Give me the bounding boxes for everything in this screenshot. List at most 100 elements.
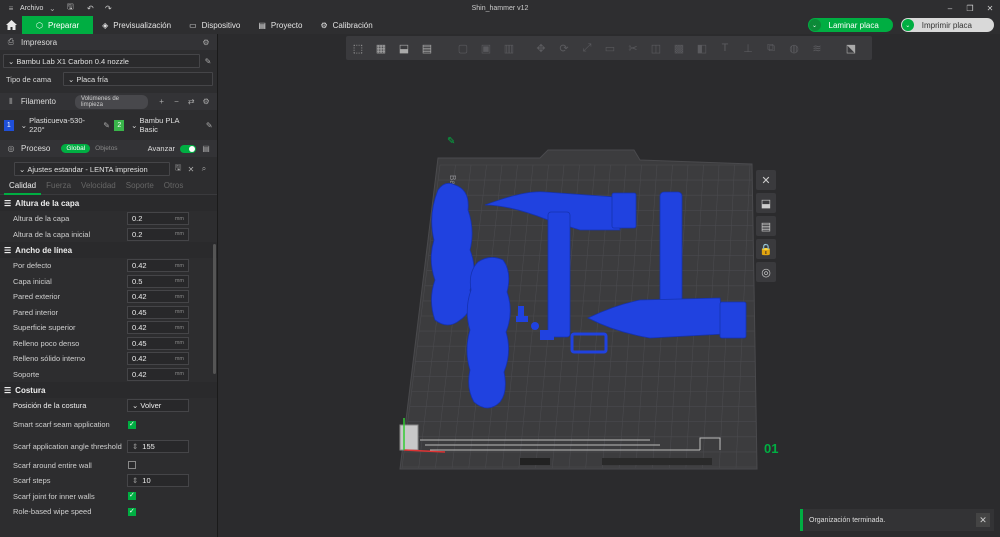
add-plate-icon[interactable]: ▦ <box>371 38 391 58</box>
minimize-icon[interactable]: – <box>940 0 960 16</box>
line-width-inner-wall-input[interactable]: 0.45 mm <box>127 305 189 319</box>
scarf-inner-walls-checkbox[interactable] <box>128 491 136 501</box>
filament-2-select[interactable]: ⌄ Bambu PLA Basic <box>127 116 201 134</box>
mesh-boolean-icon[interactable]: ◫ <box>646 38 666 58</box>
tab-calidad[interactable]: Calidad <box>4 181 42 195</box>
sidebar-scrollbar[interactable] <box>213 244 216 374</box>
filament-2-badge[interactable]: 2 <box>114 119 125 131</box>
build-plate-scene[interactable]: Bambu <box>219 34 1000 537</box>
restore-icon[interactable]: ❐ <box>960 0 980 16</box>
flush-volumes-button[interactable]: Volúmenes de limpieza <box>74 94 148 109</box>
plate-settings-icon[interactable]: ◎ <box>756 262 776 282</box>
print-plate-button[interactable]: ⌄ Imprimir placa <box>900 18 994 32</box>
undo-icon[interactable]: ↶ <box>83 1 97 15</box>
tab-velocidad[interactable]: Velocidad <box>76 181 121 190</box>
file-menu[interactable]: ≡ Archivo ⌄ <box>0 3 57 13</box>
tab-dispositivo[interactable]: ▭ Dispositivo <box>180 16 249 34</box>
edit-plate-icon[interactable]: ✎ <box>447 136 455 147</box>
measure-icon[interactable]: ⊥ <box>738 38 758 58</box>
filament-1-select[interactable]: ⌄ Plasticueva-530-220° <box>17 116 99 134</box>
tab-otros[interactable]: Otros <box>159 181 189 190</box>
add-icon[interactable]: + <box>157 97 167 107</box>
tab-calibracion[interactable]: ⚙ Calibración <box>311 16 381 34</box>
redo-icon[interactable]: ↷ <box>101 1 115 15</box>
plate-number[interactable]: 01 <box>764 441 778 456</box>
tab-soporte[interactable]: Soporte <box>121 181 159 190</box>
search-icon[interactable]: ⌕ <box>199 164 209 174</box>
tab-previsualizacion[interactable]: ◈ Previsualización <box>93 16 180 34</box>
settings-icon[interactable]: ⚙ <box>201 97 211 107</box>
layer-height-input[interactable]: 0.2 mm <box>127 212 189 226</box>
objects-toggle[interactable]: Objetos <box>95 145 117 152</box>
bed-type-select[interactable]: ⌄ Placa fría <box>63 72 213 86</box>
arrange-icon[interactable]: ▤ <box>417 38 437 58</box>
home-button[interactable] <box>0 16 22 34</box>
filament-section-header[interactable]: ⦀ Filamento Volúmenes de limpieza + − ⇄ … <box>0 93 217 110</box>
line-width-support-input[interactable]: 0.42 mm <box>127 367 189 381</box>
line-width-solid-infill-input[interactable]: 0.42 mm <box>127 352 189 366</box>
tab-preparar[interactable]: ⬡ Preparar <box>22 16 94 34</box>
role-wipe-speed-checkbox[interactable] <box>128 507 136 516</box>
seam-paint-icon[interactable]: ◧ <box>692 38 712 58</box>
arrange-plate-icon[interactable]: ▤ <box>756 216 776 236</box>
rotate-icon[interactable]: ⟳ <box>554 38 574 58</box>
variable-layer-icon[interactable]: ≋ <box>807 38 827 58</box>
orient-plate-icon[interactable]: ⬓ <box>756 193 776 213</box>
tab-fuerza[interactable]: Fuerza <box>41 181 76 190</box>
settings-icon[interactable]: ⚙ <box>201 37 211 47</box>
close-icon[interactable]: ✕ <box>186 164 196 174</box>
printer-section-header[interactable]: ⎙ Impresora ⚙ <box>0 34 217 50</box>
process-section-header[interactable]: ◎ Proceso Global Objetos Avanzar ▤ <box>0 140 217 157</box>
close-window-icon[interactable]: ✕ <box>980 0 1000 16</box>
chevron-down-icon[interactable]: ⌄ <box>901 19 914 31</box>
seam-position-select[interactable]: ⌄ Volver <box>127 399 189 413</box>
stepper-icon[interactable]: ⇕ <box>132 442 138 451</box>
support-paint-icon[interactable]: ▩ <box>669 38 689 58</box>
process-preset-select[interactable]: ⌄ Ajustes estandar - LENTA impresion <box>14 162 170 176</box>
filament-1-badge[interactable]: 1 <box>4 119 14 131</box>
model-handle-2[interactable] <box>466 257 511 409</box>
lock-icon[interactable]: 🔒 <box>756 239 776 259</box>
auto-orient-icon[interactable]: ⬓ <box>394 38 414 58</box>
delete-plate-icon[interactable]: ✕ <box>756 170 776 190</box>
lay-on-face-icon[interactable]: ▭ <box>600 38 620 58</box>
printer-select[interactable]: ⌄ Bambu Lab X1 Carbon 0.4 nozzle <box>3 54 201 68</box>
assembly-icon[interactable]: ⧉ <box>761 38 781 58</box>
color-paint-icon[interactable]: ◍ <box>784 38 804 58</box>
cut-icon[interactable]: ✂ <box>623 38 643 58</box>
stepper-icon[interactable]: ⇕ <box>132 476 138 485</box>
line-width-outer-wall-input[interactable]: 0.42 mm <box>127 290 189 304</box>
split-parts-icon[interactable]: ▣ <box>476 38 496 58</box>
save-icon[interactable]: 🖫 <box>63 1 77 15</box>
advanced-toggle[interactable] <box>180 144 196 153</box>
add-object-icon[interactable]: ⬚ <box>348 38 368 58</box>
close-toast-icon[interactable]: ✕ <box>976 513 990 527</box>
scale-icon[interactable]: ⤢ <box>577 38 597 58</box>
chevron-down-icon[interactable]: ⌄ <box>808 19 821 31</box>
save-preset-icon[interactable]: 🖫 <box>173 163 183 174</box>
remove-icon[interactable]: − <box>172 97 182 107</box>
tab-proyecto[interactable]: ▤ Proyecto <box>249 16 311 34</box>
global-toggle[interactable]: Global <box>61 144 91 153</box>
move-icon[interactable]: ✥ <box>531 38 551 58</box>
edit-icon[interactable]: ✎ <box>102 120 112 130</box>
line-width-initial-input[interactable]: 0.5 mm <box>127 274 189 288</box>
initial-layer-height-input[interactable]: 0.2 mm <box>127 227 189 241</box>
scarf-steps-stepper[interactable]: ⇕ 10 <box>127 474 189 488</box>
sync-icon[interactable]: ⇄ <box>186 97 196 107</box>
text-icon[interactable]: T <box>715 38 735 58</box>
view-options-icon[interactable]: ⬔ <box>841 38 861 58</box>
edit-icon[interactable]: ✎ <box>203 56 213 66</box>
compare-icon[interactable]: ▤ <box>201 144 211 154</box>
scarf-angle-stepper[interactable]: ⇕ 155 <box>127 440 189 453</box>
slice-plate-button[interactable]: ⌄ Laminar placa <box>807 18 893 32</box>
edit-icon[interactable]: ✎ <box>204 120 214 130</box>
hamburger-icon: ≡ <box>8 3 14 13</box>
smart-scarf-checkbox[interactable] <box>128 420 136 429</box>
line-width-default-input[interactable]: 0.42 mm <box>127 259 189 273</box>
scarf-entire-wall-checkbox[interactable] <box>128 461 136 470</box>
line-width-sparse-infill-input[interactable]: 0.45 mm <box>127 336 189 350</box>
line-width-top-surface-input[interactable]: 0.42 mm <box>127 321 189 335</box>
layers-edit-icon[interactable]: ▥ <box>499 38 519 58</box>
split-icon[interactable]: ▢ <box>453 38 473 58</box>
